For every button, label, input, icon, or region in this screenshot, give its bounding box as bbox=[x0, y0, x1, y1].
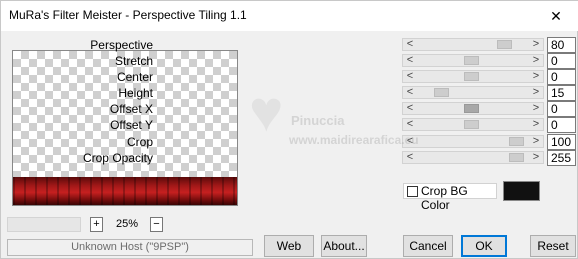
watermark-name: Pinuccia bbox=[291, 113, 345, 128]
slider-left-arrow-icon[interactable]: < bbox=[405, 117, 415, 132]
crop-value[interactable]: 100 bbox=[547, 134, 576, 150]
crop-opacity-slider[interactable]: < > bbox=[402, 151, 544, 164]
slider-right-arrow-icon[interactable]: > bbox=[531, 150, 541, 165]
perspective-slider[interactable]: < > bbox=[402, 38, 544, 51]
crop-opacity-value[interactable]: 255 bbox=[547, 150, 576, 166]
param-label: Offset X bbox=[109, 102, 153, 116]
about-button[interactable]: About... bbox=[321, 235, 367, 257]
web-button[interactable]: Web bbox=[264, 235, 314, 257]
slider-thumb[interactable] bbox=[464, 56, 479, 65]
slider-right-arrow-icon[interactable]: > bbox=[531, 37, 541, 52]
slider-left-arrow-icon[interactable]: < bbox=[405, 101, 415, 116]
slider-right-arrow-icon[interactable]: > bbox=[531, 69, 541, 84]
slider-thumb[interactable] bbox=[464, 120, 479, 129]
heart-icon: ♥ bbox=[249, 79, 284, 144]
slider-thumb[interactable] bbox=[497, 40, 512, 49]
slider-thumb[interactable] bbox=[464, 72, 479, 81]
slider-thumb[interactable] bbox=[464, 104, 479, 113]
host-status: Unknown Host ("9PSP") bbox=[7, 239, 253, 256]
zoom-level: 25% bbox=[116, 218, 139, 230]
param-label: Offset Y bbox=[110, 118, 153, 132]
checkbox-box[interactable] bbox=[407, 186, 418, 197]
param-label: Crop bbox=[126, 135, 153, 149]
offset-x-slider[interactable]: < > bbox=[402, 102, 544, 115]
crop-slider[interactable]: < > bbox=[402, 135, 544, 148]
param-label: Perspective bbox=[90, 38, 153, 52]
filter-dialog: MuRa's Filter Meister - Perspective Tili… bbox=[0, 0, 578, 259]
slider-right-arrow-icon[interactable]: > bbox=[531, 134, 541, 149]
ok-button[interactable]: OK bbox=[461, 235, 507, 257]
preview-scroll-track[interactable] bbox=[7, 217, 81, 232]
window-title: MuRa's Filter Meister - Perspective Tili… bbox=[9, 8, 247, 22]
slider-right-arrow-icon[interactable]: > bbox=[531, 85, 541, 100]
offset-y-value[interactable]: 0 bbox=[547, 117, 576, 133]
param-label: Stretch bbox=[114, 54, 153, 68]
slider-thumb[interactable] bbox=[509, 153, 524, 162]
slider-left-arrow-icon[interactable]: < bbox=[405, 53, 415, 68]
height-value[interactable]: 15 bbox=[547, 85, 576, 101]
slider-right-arrow-icon[interactable]: > bbox=[531, 101, 541, 116]
height-slider[interactable]: < > bbox=[402, 86, 544, 99]
cancel-button[interactable]: Cancel bbox=[403, 235, 453, 257]
offset-x-value[interactable]: 0 bbox=[547, 101, 576, 117]
slider-left-arrow-icon[interactable]: < bbox=[405, 150, 415, 165]
crop-bg-color-swatch[interactable] bbox=[503, 181, 540, 201]
param-label: Height bbox=[118, 86, 153, 100]
crop-bg-color-label: Crop BG Color bbox=[421, 184, 468, 212]
zoom-out-button[interactable]: − bbox=[150, 217, 163, 232]
close-icon[interactable]: ✕ bbox=[533, 1, 578, 31]
slider-left-arrow-icon[interactable]: < bbox=[405, 85, 415, 100]
reset-button[interactable]: Reset bbox=[530, 235, 576, 257]
stretch-value[interactable]: 0 bbox=[547, 53, 576, 69]
slider-thumb[interactable] bbox=[509, 137, 524, 146]
watermark-url: www.maidirearafica.eu bbox=[289, 133, 419, 147]
param-label: Crop Opacity bbox=[82, 151, 153, 165]
stretch-slider[interactable]: < > bbox=[402, 54, 544, 67]
slider-left-arrow-icon[interactable]: < bbox=[405, 69, 415, 84]
center-value[interactable]: 0 bbox=[547, 69, 576, 85]
center-slider[interactable]: < > bbox=[402, 70, 544, 83]
title-bar: MuRa's Filter Meister - Perspective Tili… bbox=[1, 1, 578, 31]
slider-thumb[interactable] bbox=[434, 88, 449, 97]
offset-y-slider[interactable]: < > bbox=[402, 118, 544, 131]
param-label: Center bbox=[116, 70, 153, 84]
slider-left-arrow-icon[interactable]: < bbox=[405, 37, 415, 52]
perspective-value[interactable]: 80 bbox=[547, 37, 576, 53]
zoom-in-button[interactable]: + bbox=[90, 217, 103, 232]
preview-red-floor bbox=[13, 177, 237, 205]
slider-right-arrow-icon[interactable]: > bbox=[531, 53, 541, 68]
slider-right-arrow-icon[interactable]: > bbox=[531, 117, 541, 132]
slider-left-arrow-icon[interactable]: < bbox=[405, 134, 415, 149]
crop-bg-color-checkbox[interactable]: Crop BG Color bbox=[403, 183, 497, 212]
